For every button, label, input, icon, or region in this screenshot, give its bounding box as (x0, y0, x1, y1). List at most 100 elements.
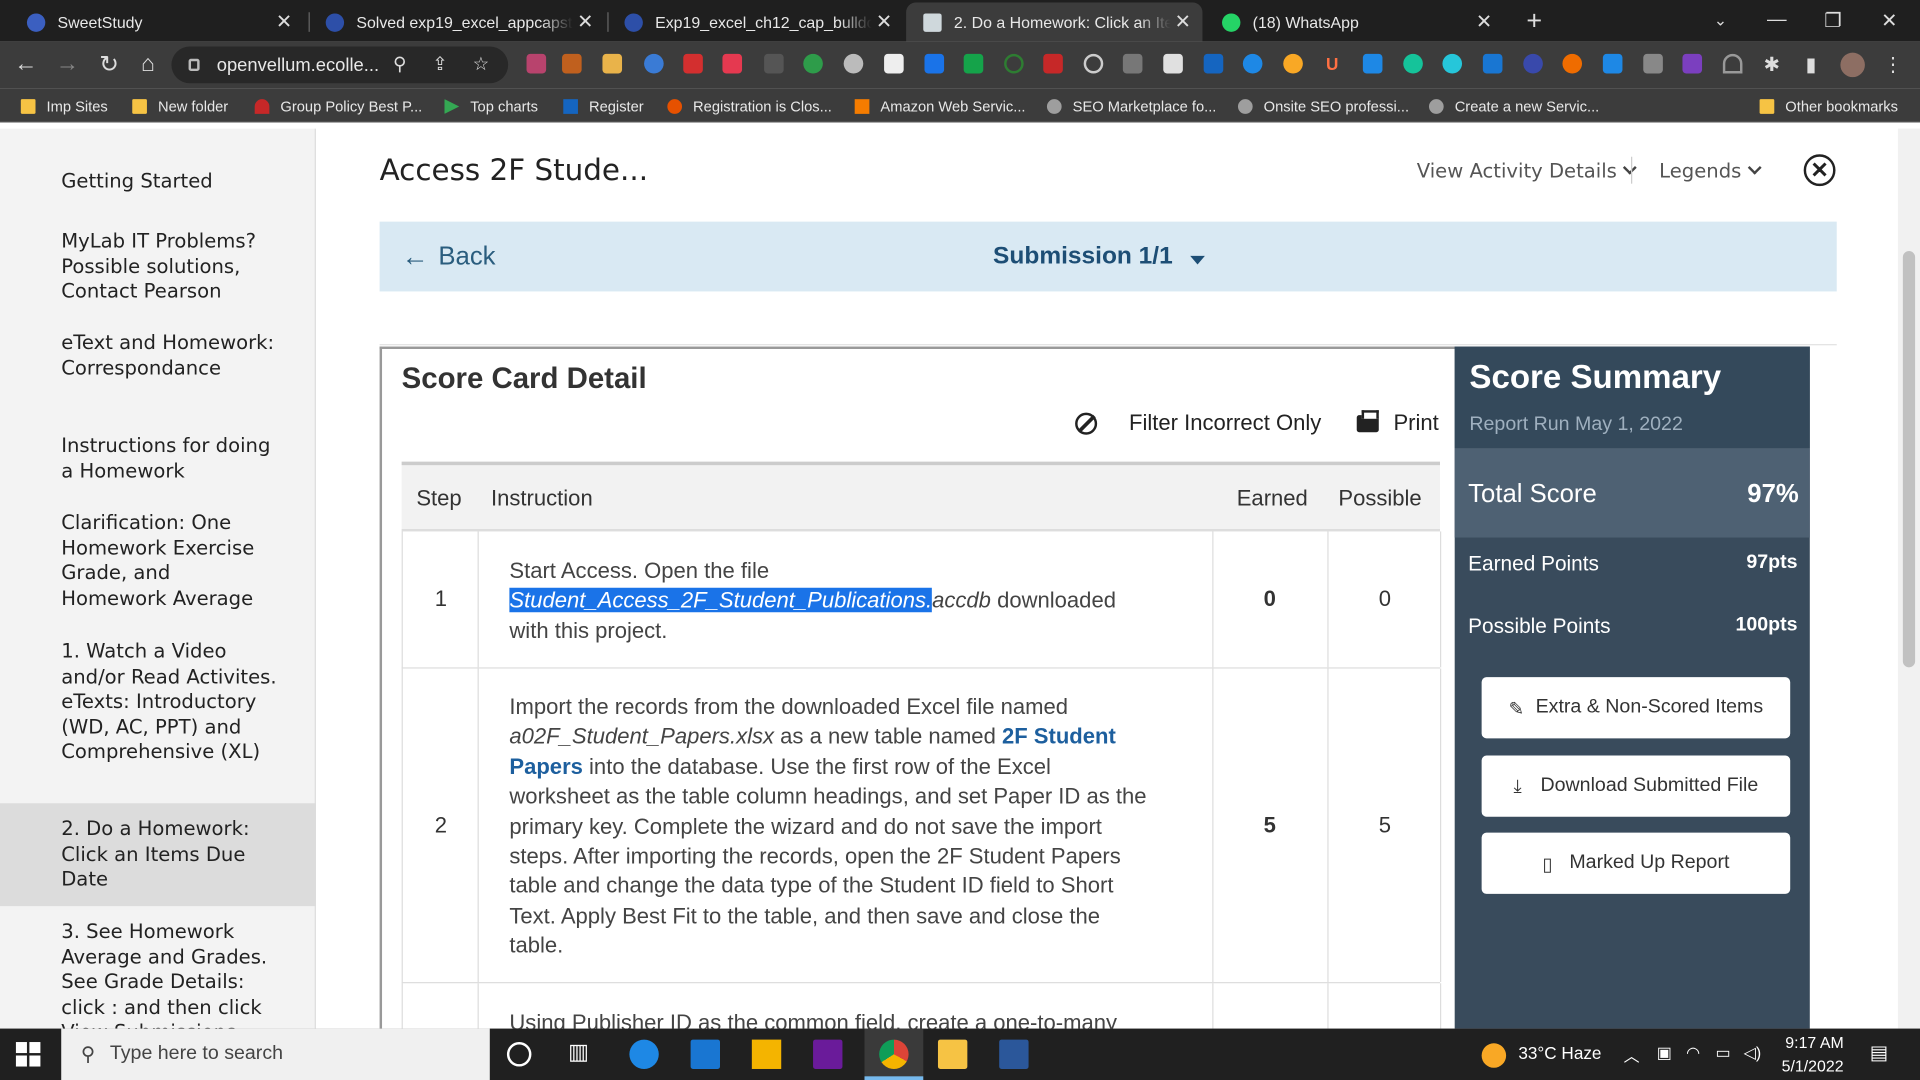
extension-icon[interactable] (764, 53, 784, 74)
home-icon[interactable]: ⌂ (132, 49, 164, 81)
share-icon[interactable]: ⇪ (432, 53, 447, 75)
reload-icon[interactable]: ↻ (93, 49, 125, 81)
tab-whatsapp[interactable]: (18) WhatsApp ✕ (1205, 2, 1504, 41)
extension-icon[interactable] (1602, 53, 1623, 74)
extension-icon[interactable] (1722, 53, 1743, 74)
scrollbar-thumb[interactable] (1902, 251, 1916, 668)
windows-start-icon[interactable] (15, 1042, 41, 1067)
menu-kebab-icon[interactable]: ⋮ (1877, 49, 1909, 81)
edge-icon[interactable] (629, 1039, 659, 1069)
clock-time[interactable]: 9:17 AM (1785, 1033, 1843, 1051)
task-view-icon[interactable]: ▥ (568, 1040, 597, 1069)
tab-solved-exp19[interactable]: Solved exp19_excel_appcapstone ✕ (309, 2, 605, 41)
extension-icon[interactable] (1283, 53, 1303, 74)
weather-icon[interactable] (1481, 1043, 1507, 1068)
close-tab-icon[interactable]: ✕ (1472, 10, 1496, 34)
tab-homework-active[interactable]: 2. Do a Homework: Click an Items ✕ (906, 2, 1203, 42)
view-activity-details-link[interactable]: View Activity Details (1417, 159, 1638, 182)
extension-icon[interactable] (722, 53, 743, 74)
close-tab-icon[interactable]: ✕ (1171, 10, 1195, 34)
sidebar-item-etext[interactable]: eText and Homework: Correspondance (0, 331, 316, 381)
bookmark-other[interactable]: Other bookmarks (1759, 96, 1898, 118)
extension-icon[interactable] (644, 53, 664, 74)
close-icon[interactable]: ✕ (1803, 154, 1836, 187)
close-tab-icon[interactable]: ✕ (573, 10, 597, 34)
marked-up-report-button[interactable]: ▯ Marked Up Report (1481, 832, 1791, 894)
bookmark-new-folder[interactable]: New folder (132, 96, 228, 118)
extension-icon[interactable] (1442, 53, 1463, 74)
extensions-puzzle-icon[interactable]: ✱ (1756, 49, 1788, 81)
extension-icon[interactable] (924, 53, 945, 74)
address-bar[interactable]: openvellum.ecolle... ⚲ ⇪ ☆ (171, 46, 509, 84)
meet-now-icon[interactable]: ▣ (1657, 1043, 1672, 1063)
print-button[interactable]: Print (1356, 409, 1439, 436)
tab-sweetstudy[interactable]: SweetStudy ✕ (10, 2, 304, 41)
close-tab-icon[interactable]: ✕ (872, 10, 896, 34)
grammarly-icon[interactable] (1403, 53, 1423, 74)
extension-icon[interactable] (1562, 53, 1583, 74)
sidebar-item-clarification[interactable]: Clarification: One Homework Exercise Gra… (0, 511, 316, 611)
sidebar-item-getting-started[interactable]: Getting Started (0, 169, 316, 194)
download-submitted-file-button[interactable]: ⤓ Download Submitted File (1481, 755, 1791, 817)
new-tab-button[interactable]: + (1506, 0, 1562, 42)
profile-avatar[interactable] (1840, 52, 1865, 78)
tray-chevron-icon[interactable]: ︿ (1624, 1043, 1640, 1066)
extension-icon[interactable] (1523, 53, 1543, 74)
bookmark-top-charts[interactable]: Top charts (444, 96, 538, 118)
cortana-icon[interactable] (506, 1042, 532, 1067)
bookmark-star-icon[interactable]: ☆ (473, 53, 489, 75)
mail-icon[interactable] (690, 1039, 721, 1069)
zoom-icon[interactable]: ⚲ (393, 53, 406, 75)
extension-icon[interactable] (1163, 53, 1183, 74)
extra-non-scored-button[interactable]: ✎ Extra & Non-Scored Items (1481, 677, 1791, 739)
bookmark-registration[interactable]: Registration is Clos... (667, 96, 832, 118)
extension-icon[interactable]: U (1322, 53, 1343, 74)
extension-icon[interactable] (602, 53, 623, 74)
extension-icon[interactable] (843, 53, 864, 74)
extension-icon[interactable] (1083, 53, 1104, 74)
extension-icon[interactable] (562, 53, 582, 74)
volume-icon[interactable]: ◁) (1744, 1043, 1762, 1063)
extension-icon[interactable] (1643, 53, 1663, 74)
back-arrow-icon[interactable]: ← (10, 49, 42, 81)
weather-text[interactable]: 33°C Haze (1518, 1043, 1601, 1063)
bookmark-register[interactable]: Register (563, 96, 644, 118)
minimize-button[interactable]: — (1749, 0, 1805, 42)
extension-icon[interactable] (1242, 53, 1263, 74)
file-explorer-icon[interactable] (937, 1039, 968, 1069)
extension-icon[interactable] (1004, 53, 1024, 74)
side-panel-icon[interactable]: ▮ (1795, 49, 1827, 81)
notifications-icon[interactable]: ▤ (1870, 1041, 1889, 1065)
bookmark-create-service[interactable]: Create a new Servic... (1428, 96, 1599, 118)
store-icon[interactable] (751, 1039, 782, 1069)
close-tab-icon[interactable]: ✕ (272, 10, 296, 34)
extension-icon[interactable] (1043, 53, 1063, 74)
tab-exp19-excel[interactable]: Exp19_excel_ch12_cap_bulldog_c ✕ (607, 2, 903, 41)
clock-date[interactable]: 5/1/2022 (1782, 1057, 1844, 1075)
page-scrollbar[interactable] (1897, 128, 1920, 1029)
sidebar-item-watch-video[interactable]: 1. Watch a Video and/or Read Activites. … (0, 639, 316, 765)
submission-dropdown[interactable]: Submission 1/1 (993, 242, 1205, 270)
taskbar-search[interactable]: ⚲ Type here to search (61, 1028, 490, 1080)
bookmark-group-policy[interactable]: Group Policy Best P... (254, 96, 422, 118)
extension-icon[interactable] (884, 53, 904, 74)
extension-icon[interactable] (1362, 53, 1383, 74)
bookmark-seo-marketplace[interactable]: SEO Marketplace fo... (1046, 96, 1216, 118)
extension-icon[interactable] (526, 53, 547, 74)
bookmark-imp-sites[interactable]: Imp Sites (20, 96, 108, 118)
wifi-icon[interactable]: ◠ (1686, 1043, 1700, 1063)
chrome-taskbar-button[interactable] (864, 1028, 924, 1080)
extension-icon[interactable] (1122, 53, 1143, 74)
bookmark-onsite-seo[interactable]: Onsite SEO professi... (1237, 96, 1409, 118)
extension-icon[interactable] (1682, 53, 1703, 74)
restore-button[interactable]: ❐ (1805, 0, 1861, 42)
extension-icon[interactable] (683, 53, 703, 74)
sidebar-item-homework-average[interactable]: 3. See Homework Average and Grades. See … (0, 920, 316, 1029)
bookmark-aws[interactable]: Amazon Web Servic... (854, 96, 1026, 118)
tab-search-chevron-icon[interactable]: ⌄ (1692, 0, 1748, 42)
extension-icon[interactable] (803, 53, 823, 74)
extension-icon[interactable] (1482, 53, 1503, 74)
battery-icon[interactable]: ▭ (1716, 1043, 1731, 1063)
close-window-button[interactable]: ✕ (1861, 0, 1917, 42)
word-icon[interactable] (999, 1039, 1029, 1069)
